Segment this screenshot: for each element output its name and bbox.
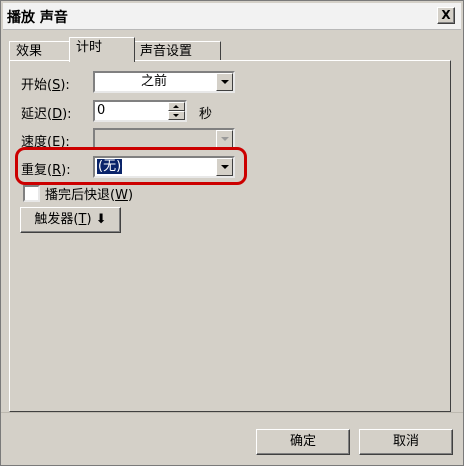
rewind-label[interactable]: 播完后快退(W) [45, 184, 133, 203]
spin-up-icon[interactable] [168, 102, 185, 111]
title-bar: 播放 声音 X [3, 3, 461, 30]
dialog-title: 播放 声音 [7, 10, 68, 26]
start-label: 开始(S): [21, 78, 70, 93]
double-chevron-down-icon: ⬇ [95, 212, 107, 227]
chevron-down-icon [216, 130, 233, 148]
tab-timing[interactable]: 计时 [69, 37, 135, 62]
spin-buttons[interactable] [168, 102, 185, 120]
triggers-button[interactable]: 触发器(T) ⬇ [20, 207, 121, 233]
dialog-window: 播放 声音 X 效果 计时 声音设置 开始(S): 之前 延迟(D): 0 秒 … [0, 0, 464, 466]
delay-unit: 秒 [199, 107, 213, 122]
start-combo[interactable]: 之前 [93, 71, 235, 93]
repeat-value: (无) [97, 159, 123, 174]
chevron-down-icon[interactable] [216, 73, 233, 91]
repeat-combo[interactable]: (无) [93, 156, 235, 178]
repeat-label: 重复(R): [21, 163, 71, 178]
close-icon: X [441, 8, 451, 22]
rewind-checkbox[interactable] [23, 185, 40, 202]
close-button[interactable]: X [437, 7, 455, 24]
tab-effects[interactable]: 效果 [9, 41, 71, 61]
ok-button[interactable]: 确定 [256, 429, 350, 455]
delay-label: 延迟(D): [21, 107, 72, 122]
spin-down-icon[interactable] [168, 111, 185, 120]
delay-stepper[interactable]: 0 [93, 100, 187, 122]
tab-sound-settings[interactable]: 声音设置 [133, 41, 221, 61]
cancel-button[interactable]: 取消 [359, 429, 453, 455]
chevron-down-icon[interactable] [216, 158, 233, 176]
timing-panel [9, 60, 451, 412]
footer-divider [1, 412, 463, 413]
